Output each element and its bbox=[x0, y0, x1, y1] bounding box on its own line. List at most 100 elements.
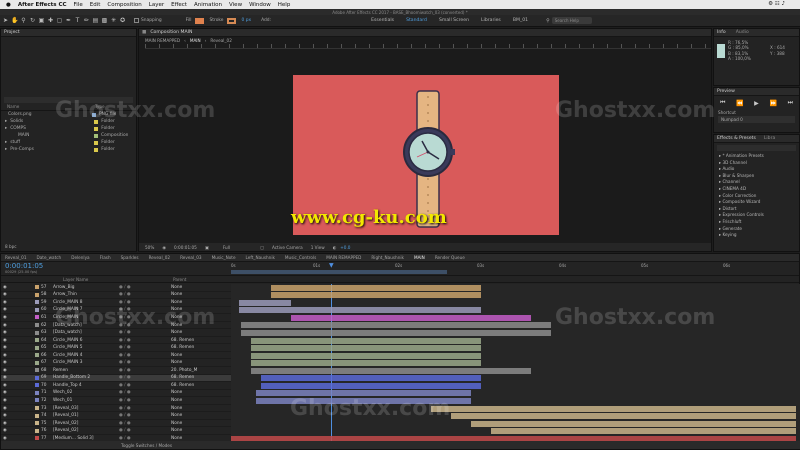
breadcrumb-main-remapped[interactable]: MAIN REMAPPED bbox=[145, 38, 180, 43]
menu-app[interactable]: After Effects CC bbox=[18, 2, 67, 8]
parent-dropdown[interactable]: None bbox=[171, 329, 205, 336]
apple-icon[interactable]: ● bbox=[6, 2, 11, 8]
workspace-essentials[interactable]: Essentials bbox=[371, 18, 394, 23]
horizontal-ruler[interactable] bbox=[145, 44, 711, 49]
menu-edit[interactable]: Edit bbox=[90, 2, 101, 8]
next-frame-icon[interactable]: ⏩ bbox=[769, 100, 776, 107]
layer-switches[interactable]: ● / ● bbox=[119, 420, 171, 427]
layer-switches[interactable]: ● / ● bbox=[119, 374, 171, 381]
parent-dropdown[interactable]: None bbox=[171, 412, 205, 419]
layer-duration-bar[interactable] bbox=[251, 367, 531, 374]
timeline-tab[interactable]: Reveal_02 bbox=[149, 254, 171, 261]
layer-label-color[interactable] bbox=[35, 383, 39, 388]
lock-icon[interactable]: ■ bbox=[142, 29, 146, 37]
menu-animation[interactable]: Animation bbox=[194, 2, 222, 8]
breadcrumb-main[interactable]: MAIN bbox=[190, 38, 201, 43]
preview-shortcut-dropdown[interactable]: Numpad 0 bbox=[718, 116, 795, 123]
layer-label-color[interactable] bbox=[35, 406, 39, 411]
workspace-bm01[interactable]: BM_01 bbox=[513, 18, 528, 23]
effects-search-input[interactable] bbox=[717, 145, 796, 151]
layer-name[interactable]: Arrow_Big bbox=[53, 284, 119, 291]
workspace-small-screen[interactable]: Small Screen bbox=[439, 18, 469, 23]
visibility-eye-icon[interactable]: ◉ bbox=[1, 420, 9, 427]
effects-category[interactable]: ▸ Color Correction bbox=[714, 193, 799, 200]
parent-dropdown[interactable]: 68. Remen bbox=[171, 374, 205, 381]
parent-dropdown[interactable]: 68. Remen bbox=[171, 344, 205, 351]
pen-tool-icon[interactable]: ✒ bbox=[65, 17, 72, 24]
layer-label-color[interactable] bbox=[35, 345, 39, 350]
layer-name[interactable]: [Reveal_02] bbox=[53, 420, 119, 427]
layer-name[interactable]: Wech_01 bbox=[53, 397, 119, 404]
eraser-tool-icon[interactable]: ▩ bbox=[101, 17, 108, 24]
parent-dropdown[interactable]: None bbox=[171, 397, 205, 404]
brush-tool-icon[interactable]: ✏ bbox=[83, 17, 90, 24]
parent-dropdown[interactable]: None bbox=[171, 284, 205, 291]
type-tool-icon[interactable]: T bbox=[74, 17, 81, 24]
menu-file[interactable]: File bbox=[74, 2, 83, 8]
parent-dropdown[interactable]: None bbox=[171, 427, 205, 434]
layer-switches[interactable]: ● / ● bbox=[119, 412, 171, 419]
layer-name[interactable]: [Reveal_01] bbox=[53, 412, 119, 419]
timeline-tab[interactable]: Music_Controls bbox=[285, 254, 316, 261]
breadcrumb-reveal02[interactable]: Reveal_02 bbox=[210, 38, 232, 43]
layer-duration-bar[interactable] bbox=[491, 428, 796, 435]
layer-switches[interactable]: ● / ● bbox=[119, 337, 171, 344]
stamp-tool-icon[interactable]: ▤ bbox=[92, 17, 99, 24]
pan-behind-tool-icon[interactable]: ✚ bbox=[47, 17, 54, 24]
reset-exposure-icon[interactable]: ◐ bbox=[333, 245, 337, 250]
layer-duration-bar[interactable] bbox=[431, 405, 796, 412]
layer-switches[interactable]: ● / ● bbox=[119, 329, 171, 336]
layer-label-color[interactable] bbox=[35, 307, 39, 312]
layer-switches[interactable]: ● / ● bbox=[119, 405, 171, 412]
visibility-eye-icon[interactable]: ◉ bbox=[1, 291, 9, 298]
exposure-value[interactable]: +0.0 bbox=[340, 245, 350, 250]
layer-duration-bar[interactable] bbox=[251, 345, 481, 352]
visibility-eye-icon[interactable]: ◉ bbox=[1, 412, 9, 419]
workspace-standard[interactable]: Standard bbox=[406, 18, 427, 23]
playhead-icon[interactable]: ▼ bbox=[329, 262, 334, 276]
layer-switches[interactable]: ● / ● bbox=[119, 284, 171, 291]
layer-label-color[interactable] bbox=[35, 398, 39, 403]
parent-dropdown[interactable]: None bbox=[171, 359, 205, 366]
layer-switches[interactable]: ● / ● bbox=[119, 389, 171, 396]
layer-duration-bar[interactable] bbox=[251, 360, 481, 367]
label-color-swatch[interactable] bbox=[94, 126, 99, 131]
timeline-tab[interactable]: Left_Naushnik bbox=[246, 254, 275, 261]
layer-switches[interactable]: ● / ● bbox=[119, 359, 171, 366]
timeline-timecode[interactable]: 0:00:01:05 bbox=[5, 263, 231, 270]
effects-category[interactable]: ▸ Distort bbox=[714, 206, 799, 213]
layer-label-color[interactable] bbox=[35, 428, 39, 433]
layer-name[interactable]: Arrow_Thin bbox=[53, 291, 119, 298]
layer-duration-bar[interactable] bbox=[271, 292, 481, 299]
work-area-bar[interactable] bbox=[231, 269, 447, 274]
puppet-tool-icon[interactable]: ✪ bbox=[119, 17, 126, 24]
layer-label-color[interactable] bbox=[35, 338, 39, 343]
layer-name[interactable]: Circle_MAIN 4 bbox=[53, 352, 119, 359]
stroke-width[interactable]: 0 px bbox=[242, 18, 252, 23]
effects-category[interactable]: ▸ Audio bbox=[714, 166, 799, 173]
parent-dropdown[interactable]: None bbox=[171, 291, 205, 298]
snapshot-camera-icon[interactable]: ▣ bbox=[205, 245, 209, 250]
layer-name[interactable]: Circle_MAIN 6 bbox=[53, 337, 119, 344]
layer-name[interactable]: Remen bbox=[53, 367, 119, 374]
tab-audio[interactable]: Audio bbox=[736, 29, 749, 37]
layer-label-color[interactable] bbox=[35, 330, 39, 335]
visibility-eye-icon[interactable]: ◉ bbox=[1, 344, 9, 351]
layer-switches[interactable]: ● / ● bbox=[119, 344, 171, 351]
layer-name[interactable]: Handle_Top 4 bbox=[53, 382, 119, 389]
visibility-eye-icon[interactable]: ◉ bbox=[1, 359, 9, 366]
preview-panel-title[interactable]: Preview bbox=[714, 88, 799, 96]
layer-name[interactable]: Handle_Bottom 2 bbox=[53, 374, 119, 381]
effects-category[interactable]: ▸ Channel bbox=[714, 179, 799, 186]
menu-view[interactable]: View bbox=[229, 2, 242, 8]
composition-panel-title[interactable]: Composition MAIN bbox=[150, 29, 192, 37]
project-item[interactable]: ▸ Pre-Comps Folder bbox=[1, 146, 136, 153]
tab-info[interactable]: Info bbox=[717, 29, 726, 37]
layer-duration-bar[interactable] bbox=[239, 307, 481, 314]
layer-duration-bar[interactable] bbox=[241, 322, 551, 329]
effects-category[interactable]: ▸ Composite Wizard bbox=[714, 199, 799, 206]
layer-switches[interactable]: ● / ● bbox=[119, 427, 171, 434]
hand-tool-icon[interactable]: ✋ bbox=[11, 17, 18, 24]
layer-label-color[interactable] bbox=[35, 300, 39, 305]
layer-label-color[interactable] bbox=[35, 421, 39, 426]
